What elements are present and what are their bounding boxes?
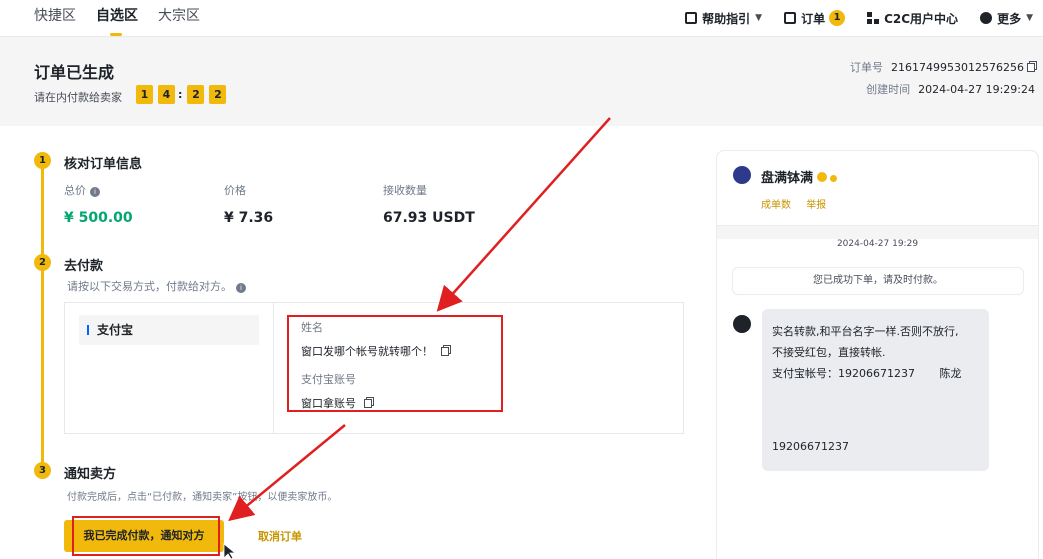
timer-digit: 2 <box>209 85 227 104</box>
total-value: ¥ 500.00 <box>64 210 133 226</box>
tab-block[interactable]: 大宗区 <box>158 0 200 36</box>
info-icon: i <box>90 187 100 197</box>
c2c-user-center[interactable]: C2C用户中心 <box>867 10 958 27</box>
seller-name-text: 盘满钵满 <box>761 171 814 186</box>
order-info: 订单号 2161749953012576256 创建时间 2024-04-27 19… <box>850 57 1035 101</box>
book-icon <box>685 12 698 24</box>
nav-right: 帮助指引 ▼ 订单 1 C2C用户中心 更多 ▼ <box>663 0 1033 36</box>
more-icon <box>980 12 993 24</box>
quantity-value: 67.93 USDT <box>383 210 475 226</box>
c2c-label: C2C用户中心 <box>884 11 959 26</box>
report-link[interactable]: 举报 <box>806 200 826 211</box>
copy-icon[interactable] <box>1027 63 1035 72</box>
chat-panel: 盘满钵满 成单数 举报 2024-04-27 19:29 您已成功下单，请及时付… <box>716 150 1039 559</box>
price-label: 价格 <box>224 184 246 197</box>
message-line: 不接受红包，直接转帐. <box>772 346 886 359</box>
message-line: 19206671237 <box>772 440 849 453</box>
chat-header: 盘满钵满 成单数 举报 <box>717 151 1038 226</box>
countdown-timer: 1 4 : 2 2 <box>136 85 231 104</box>
divider <box>273 303 274 433</box>
payment-method-label: 支付宝 <box>97 323 134 337</box>
step-3-desc: 付款完成后，点击“已付款，通知卖家”按钮，以便卖家放币。 <box>67 492 338 503</box>
seller-name[interactable]: 盘满钵满 <box>761 167 838 186</box>
step-3-marker: 3 <box>34 462 51 479</box>
order-header: 订单已生成 请在内付款给卖家 1 4 : 2 2 订单号 216174995301… <box>0 36 1043 126</box>
step-2-title: 去付款 <box>64 259 104 274</box>
verified-icon <box>817 172 828 182</box>
step-2-marker: 2 <box>34 254 51 271</box>
market-tabs: 快捷区 自选区 大宗区 <box>34 0 220 36</box>
timer-digit: 1 <box>136 85 153 104</box>
seller-links: 成单数 举报 <box>761 196 838 211</box>
step-2-desc: 请按以下交易方式，付款给对方。 i <box>67 278 246 294</box>
timer-digit: 2 <box>187 85 205 104</box>
more-label: 更多 <box>997 11 1022 26</box>
orders-label: 订单 <box>801 11 826 26</box>
payment-method-alipay[interactable]: 支付宝 <box>79 315 259 345</box>
orders-menu[interactable]: 订单 1 <box>784 10 846 27</box>
chat-date: 2024-04-27 19:29 <box>836 239 919 249</box>
info-icon: i <box>236 283 246 293</box>
page-title: 订单已生成 <box>34 63 115 82</box>
chevron-down-icon: ▼ <box>1026 13 1033 23</box>
system-message: 您已成功下单，请及时付款。 <box>732 267 1024 295</box>
step-1-title: 核对订单信息 <box>64 157 143 172</box>
order-icon <box>784 12 797 24</box>
step-2-desc-text: 请按以下交易方式，付款给对方。 <box>67 280 232 293</box>
message-line: 支付宝帐号：19206671237 陈龙 <box>772 367 962 380</box>
order-count-link[interactable]: 成单数 <box>761 200 791 211</box>
tab-watchlist[interactable]: 自选区 <box>96 0 138 36</box>
quantity-column: 接收数量 67.93 USDT <box>383 182 475 226</box>
help-menu[interactable]: 帮助指引 ▼ <box>685 10 762 27</box>
cancel-order-button[interactable]: 取消订单 <box>258 528 302 544</box>
created-time: 2024-04-27 19:29:24 <box>918 83 1035 96</box>
timer-digit: 4 <box>158 85 175 104</box>
price-column: 价格 ¥ 7.36 <box>224 182 273 226</box>
order-main: 1 核对订单信息 总价 i ¥ 500.00 价格 ¥ 7.36 接收数量 67.… <box>0 126 1043 559</box>
total-label: 总价 <box>64 184 86 197</box>
user-center-icon <box>867 12 880 24</box>
tab-express[interactable]: 快捷区 <box>34 0 76 36</box>
order-number: 2161749953012576256 <box>891 61 1024 74</box>
annotation-box-payee <box>287 315 503 412</box>
step-3-title: 通知卖方 <box>64 467 117 482</box>
quantity-label: 接收数量 <box>383 184 427 197</box>
seller-avatar <box>733 315 751 333</box>
message-line: 实名转款,和平台名字一样.否则不放行, <box>772 325 959 338</box>
chat-body: 2024-04-27 19:29 您已成功下单，请及时付款。 实名转款,和平台名… <box>717 239 1038 559</box>
orders-count-badge: 1 <box>829 10 846 26</box>
chat-message-bubble: 实名转款,和平台名字一样.否则不放行, 不接受红包，直接转帐. 支付宝帐号：19… <box>762 309 989 471</box>
badge-icon <box>830 175 838 182</box>
price-value: ¥ 7.36 <box>224 210 274 226</box>
more-menu[interactable]: 更多 ▼ <box>980 10 1033 27</box>
step-timeline <box>41 164 44 474</box>
timer-colon: : <box>178 88 183 101</box>
seller-avatar <box>733 166 751 184</box>
top-nav: 快捷区 自选区 大宗区 帮助指引 ▼ 订单 1 C2C用户中心 更多 ▼ <box>0 0 1043 36</box>
step-1-marker: 1 <box>34 152 51 169</box>
total-column: 总价 i ¥ 500.00 <box>64 182 133 226</box>
annotation-box-confirm <box>72 516 220 556</box>
order-no-label: 订单号 <box>850 61 884 74</box>
selected-indicator <box>87 325 89 335</box>
chevron-down-icon: ▼ <box>755 13 763 23</box>
created-label: 创建时间 <box>866 83 911 96</box>
help-label: 帮助指引 <box>702 11 751 26</box>
pay-subtitle: 请在内付款给卖家 <box>34 91 122 104</box>
